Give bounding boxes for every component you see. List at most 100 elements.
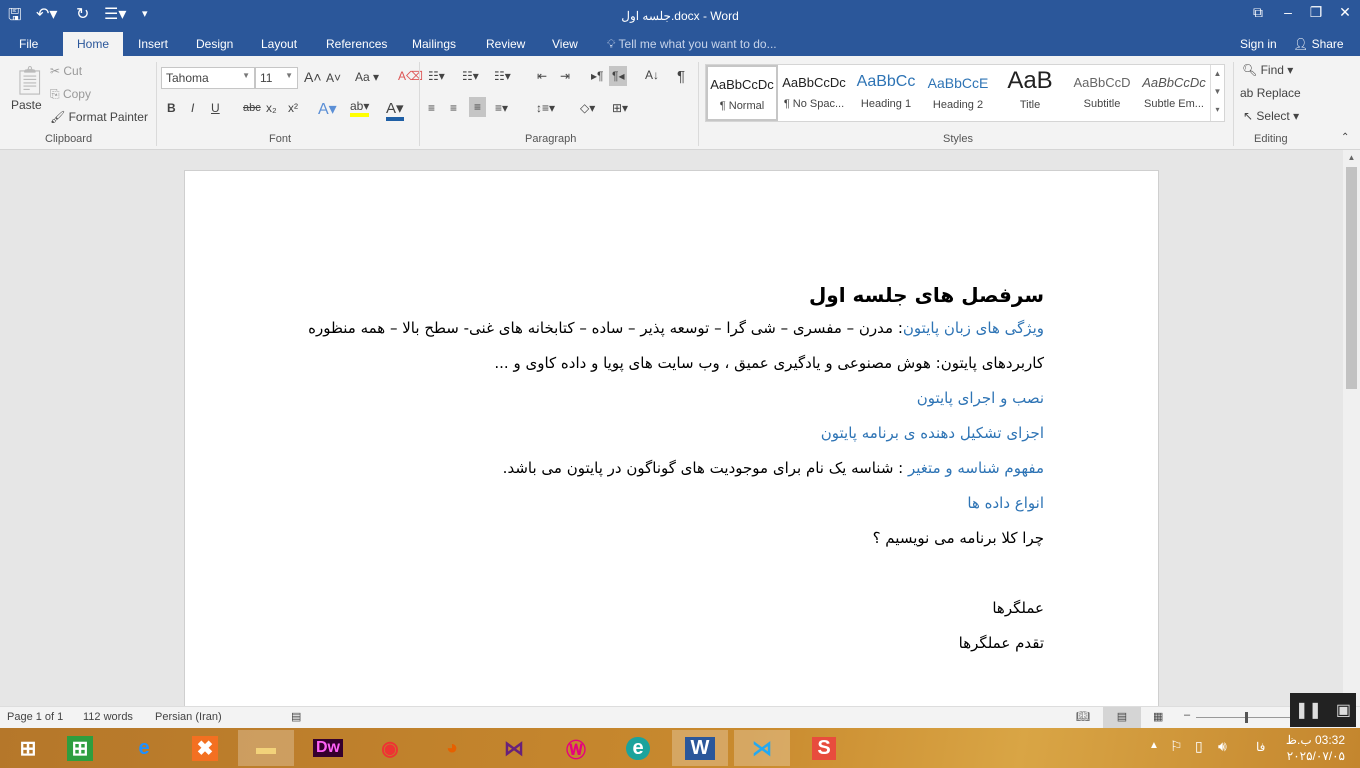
flag-icon[interactable]: ⚐ xyxy=(1170,738,1183,755)
style-heading-1[interactable]: AaBbCc Heading 1 xyxy=(850,65,922,121)
increase-indent-icon[interactable]: ⇥ xyxy=(560,69,570,83)
numbering-icon[interactable]: ☷▾ xyxy=(462,69,479,83)
document-page[interactable]: سرفصل های جلسه اول ویژگی های زبان پایتون… xyxy=(184,170,1159,706)
justify-icon[interactable]: ≡▾ xyxy=(495,101,508,115)
superscript-button[interactable]: x² xyxy=(288,101,298,115)
show-marks-button[interactable]: ¶ xyxy=(677,68,685,85)
e-app-icon[interactable]: e xyxy=(610,730,666,766)
print-layout-icon[interactable]: ▤ xyxy=(1103,707,1141,728)
rtl-icon[interactable]: ¶◂ xyxy=(609,66,628,86)
sublime-icon[interactable]: S xyxy=(796,730,852,766)
page-count[interactable]: Page 1 of 1 xyxy=(7,711,63,723)
style-title[interactable]: AaB Title xyxy=(994,65,1066,121)
macro-icon[interactable]: ▤ xyxy=(291,710,301,723)
scroll-up-icon[interactable]: ▲ xyxy=(1343,153,1360,162)
style-heading-2[interactable]: AaBbCcE Heading 2 xyxy=(922,65,994,121)
minimize-icon[interactable]: – xyxy=(1273,4,1303,20)
text-effects-icon[interactable]: A▾ xyxy=(318,99,337,119)
vertical-scrollbar[interactable]: ▲ xyxy=(1343,150,1360,706)
italic-button[interactable]: I xyxy=(191,101,194,115)
tab-design[interactable]: Design xyxy=(196,37,233,51)
chrome-icon[interactable]: ◉ xyxy=(362,730,418,766)
word-count[interactable]: 112 words xyxy=(83,711,133,723)
bold-button[interactable]: B xyxy=(167,101,176,115)
tab-file[interactable]: File xyxy=(19,37,38,51)
tab-layout[interactable]: Layout xyxy=(261,37,297,51)
internet-explorer-icon[interactable]: e xyxy=(116,730,172,766)
find-button[interactable]: 🔍︎ Find ▾ xyxy=(1242,63,1293,77)
volume-icon[interactable]: 🔊︎ xyxy=(1218,738,1227,755)
zoom-slider-thumb[interactable] xyxy=(1245,712,1248,723)
web-layout-icon[interactable]: ▦ xyxy=(1153,710,1163,723)
scroll-thumb[interactable] xyxy=(1346,167,1357,389)
windows-start-icon[interactable]: ⊞ xyxy=(0,730,56,766)
align-left-icon[interactable]: ≡ xyxy=(428,101,435,115)
tab-home[interactable]: Home xyxy=(63,32,124,56)
replace-button[interactable]: ab Replace xyxy=(1240,86,1301,100)
word-icon[interactable]: W xyxy=(672,730,728,766)
sign-in-link[interactable]: Sign in xyxy=(1240,37,1277,51)
vscode-icon[interactable]: ⋊ xyxy=(734,730,790,766)
format-painter-button[interactable]: 🖌︎ Format Painter xyxy=(50,110,148,124)
strikethrough-button[interactable]: abc xyxy=(243,102,261,114)
tab-references[interactable]: References xyxy=(326,37,387,51)
sort-icon[interactable]: A↓ xyxy=(645,68,659,82)
document-content[interactable]: سرفصل های جلسه اول ویژگی های زبان پایتون… xyxy=(304,283,1044,667)
close-icon[interactable]: ✕ xyxy=(1330,4,1360,21)
line-spacing-icon[interactable]: ↕≡▾ xyxy=(536,101,555,115)
language-status[interactable]: Persian (Iran) xyxy=(155,711,222,723)
pause-icon[interactable]: ❚❚ xyxy=(1295,700,1322,720)
bullets-icon[interactable]: ☷▾ xyxy=(428,69,445,83)
wamp-icon[interactable]: Ⓦ xyxy=(548,730,604,766)
style-no-spacing[interactable]: AaBbCcDc ¶ No Spac... xyxy=(778,65,850,121)
copy-button[interactable]: ⎘ Copy xyxy=(50,87,91,102)
paste-button[interactable]: Paste xyxy=(11,98,42,112)
multilevel-list-icon[interactable]: ☷▾ xyxy=(494,69,511,83)
font-color-icon[interactable]: A▾ xyxy=(386,99,404,121)
collapse-ribbon-icon[interactable]: ⌃ xyxy=(1341,132,1349,143)
borders-icon[interactable]: ⊞▾ xyxy=(612,101,628,115)
tab-view[interactable]: View xyxy=(552,37,578,51)
tab-mailings[interactable]: Mailings xyxy=(412,37,456,51)
share-button[interactable]: 👤︎ Share xyxy=(1293,37,1344,51)
underline-button[interactable]: U xyxy=(211,101,220,115)
visual-studio-icon[interactable]: ⋈ xyxy=(486,730,542,766)
decrease-indent-icon[interactable]: ⇤ xyxy=(537,69,547,83)
tell-me-input[interactable]: 💡︎ Tell me what you want to do... xyxy=(607,37,777,52)
zoom-out-icon[interactable]: – xyxy=(1184,709,1190,721)
font-size-select[interactable]: 11 ▼ xyxy=(255,67,298,89)
highlight-icon[interactable]: ab▾ xyxy=(350,99,370,117)
clock[interactable]: 03:32 ب.ظ ۲۰۲۵/۰۷/۰۵ xyxy=(1285,732,1345,764)
restore-icon[interactable]: ❐ xyxy=(1301,4,1331,21)
paste-icon[interactable]: 📋︎ xyxy=(12,64,48,97)
shrink-font-icon[interactable]: A˅ xyxy=(326,71,341,85)
read-mode-icon[interactable]: 📖︎ xyxy=(1076,710,1090,723)
font-name-select[interactable]: Tahoma ▼ xyxy=(161,67,255,89)
subscript-button[interactable]: x₂ xyxy=(266,101,277,115)
change-case-button[interactable]: Aa ▾ xyxy=(355,70,379,84)
select-button[interactable]: ↖ Select ▾ xyxy=(1243,109,1299,123)
dreamweaver-icon[interactable]: Dw xyxy=(300,730,356,766)
tab-insert[interactable]: Insert xyxy=(138,37,168,51)
shading-icon[interactable]: ◇▾ xyxy=(580,101,595,115)
file-explorer-icon[interactable]: ▬ xyxy=(238,730,294,766)
grow-font-icon[interactable]: A˄ xyxy=(304,69,322,85)
ribbon-display-icon[interactable]: ⧉ xyxy=(1243,4,1273,21)
tab-review[interactable]: Review xyxy=(486,37,525,51)
power-icon[interactable]: ▯ xyxy=(1195,738,1203,755)
webcam-icon[interactable]: ▣ xyxy=(1336,700,1351,720)
show-hidden-icons[interactable]: ▲ xyxy=(1149,740,1159,751)
align-center-icon[interactable]: ≡ xyxy=(450,101,457,115)
zoom-slider[interactable] xyxy=(1196,717,1291,718)
cut-button[interactable]: ✂ Cut xyxy=(50,64,82,78)
input-language[interactable]: فا xyxy=(1256,740,1265,754)
recorder-overlay[interactable]: ❚❚ ▣ xyxy=(1290,693,1356,727)
styles-scroll[interactable]: ▲ ▼ ▾ xyxy=(1210,65,1224,121)
align-right-icon[interactable]: ≡ xyxy=(469,97,487,117)
xampp-icon[interactable]: ✖ xyxy=(177,730,233,766)
firefox-icon[interactable]: ◕ xyxy=(424,730,480,766)
ltr-icon[interactable]: ▸¶ xyxy=(591,69,603,83)
store-icon[interactable]: ⊞ xyxy=(52,730,108,766)
style-normal[interactable]: AaBbCcDc ¶ Normal xyxy=(706,65,778,121)
style-subtitle[interactable]: AaBbCcD Subtitle xyxy=(1066,65,1138,121)
